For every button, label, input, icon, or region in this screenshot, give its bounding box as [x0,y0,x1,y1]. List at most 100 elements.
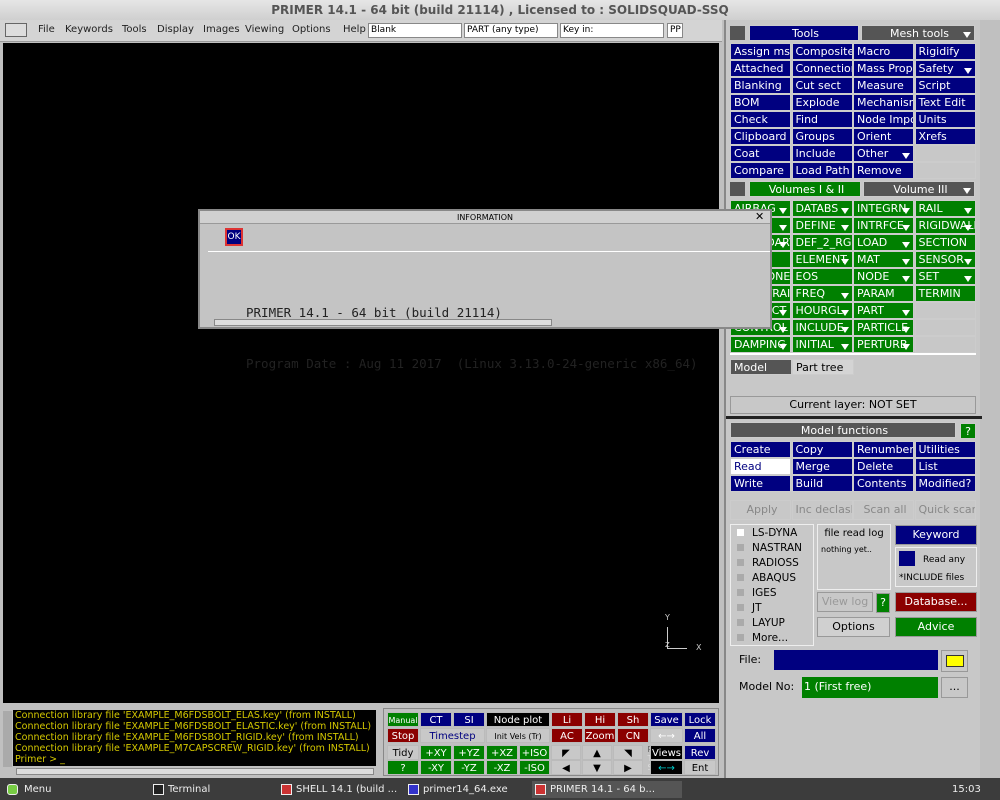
rev-button[interactable]: Rev [684,745,716,760]
button-termin[interactable]: TERMIN [914,285,976,302]
plus-iso-button[interactable]: +ISO [519,745,550,760]
log-help-button[interactable]: ? [876,593,890,613]
browse-folder-button[interactable] [941,650,968,672]
part-type-select[interactable]: PART (any type) [464,23,558,38]
button-merge[interactable]: Merge [791,458,853,475]
button-load[interactable]: LOAD [853,234,914,251]
format-option[interactable]: IGES [737,587,777,599]
tab-volumes-1-2[interactable]: Volumes I & II [749,181,861,197]
button-eos[interactable]: EOS [791,268,853,285]
console-hscrollbar[interactable] [16,768,374,775]
button-clipboard[interactable]: Clipboard [730,128,791,145]
help-button[interactable]: ? [960,423,976,439]
plus-xy-button[interactable]: +XY [420,745,452,760]
task-primer-exe[interactable]: primer14_64.exe [405,781,508,798]
keyword-button[interactable]: Keyword [895,525,977,545]
plus-yz-button[interactable]: +YZ [453,745,485,760]
window-control-icon[interactable] [5,23,27,37]
button-mechanism[interactable]: Mechanism [853,94,914,111]
minus-yz-button[interactable]: -YZ [453,760,485,775]
menu-file[interactable]: File [38,24,55,35]
model-no-more-button[interactable]: ... [941,677,968,698]
minus-xz-button[interactable]: -XZ [486,760,518,775]
save-p-button[interactable]: Save P [650,712,683,741]
format-option[interactable]: JT [737,602,762,614]
manual-button[interactable]: Manual [387,712,419,727]
menu-tools[interactable]: Tools [122,24,147,35]
menu-help[interactable]: Help [343,24,366,35]
database-button[interactable]: Database... [895,592,977,612]
button-units[interactable]: Units [914,111,976,128]
button-xrefs[interactable]: Xrefs [914,128,976,145]
help-button-bottom[interactable]: ? [387,760,419,775]
button-check[interactable]: Check [730,111,791,128]
button-contents[interactable]: Contents [853,475,914,492]
button-read[interactable]: Read [730,458,791,475]
blank-select[interactable]: Blank [368,23,462,38]
model-no-select[interactable]: 1 (First free) [802,677,938,698]
sh-button[interactable]: Sh [617,712,649,727]
button-mat[interactable]: MAT [853,251,914,268]
advice-button[interactable]: Advice [895,617,977,637]
button-integrn[interactable]: INTEGRN [853,200,914,217]
ct-button[interactable]: CT [420,712,452,727]
button-scan-all[interactable]: Scan all [853,500,914,520]
button-delete[interactable]: Delete [853,458,914,475]
plus-xz-button[interactable]: +XZ [486,745,518,760]
cn-button[interactable]: CN [617,728,649,743]
task-primer[interactable]: PRIMER 14.1 - 64 b... [532,781,682,798]
button-macro[interactable]: Macro [853,43,914,60]
button-remove[interactable]: Remove [853,162,914,179]
all-button[interactable]: All [684,728,716,743]
button-element[interactable]: ELEMENT [791,251,853,268]
button-attached[interactable]: Attached [730,60,791,77]
button-node-import[interactable]: Node Import [853,111,914,128]
button-blanking[interactable]: Blanking [730,77,791,94]
button-intrfce[interactable]: INTRFCE [853,217,914,234]
dialog-hscrollbar[interactable] [214,319,552,326]
ent-button[interactable]: Ent [684,760,716,775]
view-cycle-arrows-icon[interactable]: ←→ [650,760,683,775]
button-utilities[interactable]: Utilities [914,441,976,458]
button-build[interactable]: Build [791,475,853,492]
button-write[interactable]: Write [730,475,791,492]
tab-volume-3[interactable]: Volume III [863,181,975,197]
task-terminal[interactable]: Terminal [150,781,210,798]
stop-button[interactable]: Stop [387,728,419,743]
button-perturb[interactable]: PERTURB [853,336,914,353]
menu-display[interactable]: Display [157,24,194,35]
button-rigidify[interactable]: Rigidify [914,43,976,60]
button-part[interactable]: PART [853,302,914,319]
button-cut-sect[interactable]: Cut sect [791,77,853,94]
options-button[interactable]: Options [817,617,890,637]
button-explode[interactable]: Explode [791,94,853,111]
tab-tools[interactable]: Tools [749,25,859,41]
button-assign-ms[interactable]: Assign ms [730,43,791,60]
format-option[interactable]: ABAQUS [737,572,796,584]
init-vels-select[interactable]: Init Vels (Tr) [486,728,550,743]
button-create[interactable]: Create [730,441,791,458]
button-rail[interactable]: RAIL [914,200,976,217]
read-any-checkbox[interactable] [899,551,915,566]
pan-up-icon[interactable]: ▲ [582,745,612,760]
button-include[interactable]: INCLUDE [791,319,853,336]
tidy-button[interactable]: Tidy [387,745,419,760]
task-shell[interactable]: SHELL 14.1 (build ... [278,781,397,798]
ok-button[interactable]: OK [225,228,243,246]
button-freq[interactable]: FREQ [791,285,853,302]
menu-images[interactable]: Images [203,24,240,35]
menu-viewing[interactable]: Viewing [245,24,284,35]
rotate-up-right-icon[interactable]: ◥ [613,745,643,760]
button-apply[interactable]: Apply [730,500,791,520]
minus-xy-button[interactable]: -XY [420,760,452,775]
button-composite[interactable]: Composite [791,43,853,60]
button-safety[interactable]: Safety [914,60,976,77]
button-sensor[interactable]: SENSOR [914,251,976,268]
button-renumber[interactable]: Renumber [853,441,914,458]
menu-keywords[interactable]: Keywords [65,24,113,35]
button-include[interactable]: Include [791,145,853,162]
button-param[interactable]: PARAM [853,285,914,302]
button-coat[interactable]: Coat [730,145,791,162]
read-any-include-option[interactable]: Read any *INCLUDE files [895,547,977,587]
close-icon[interactable]: ✕ [755,211,764,223]
